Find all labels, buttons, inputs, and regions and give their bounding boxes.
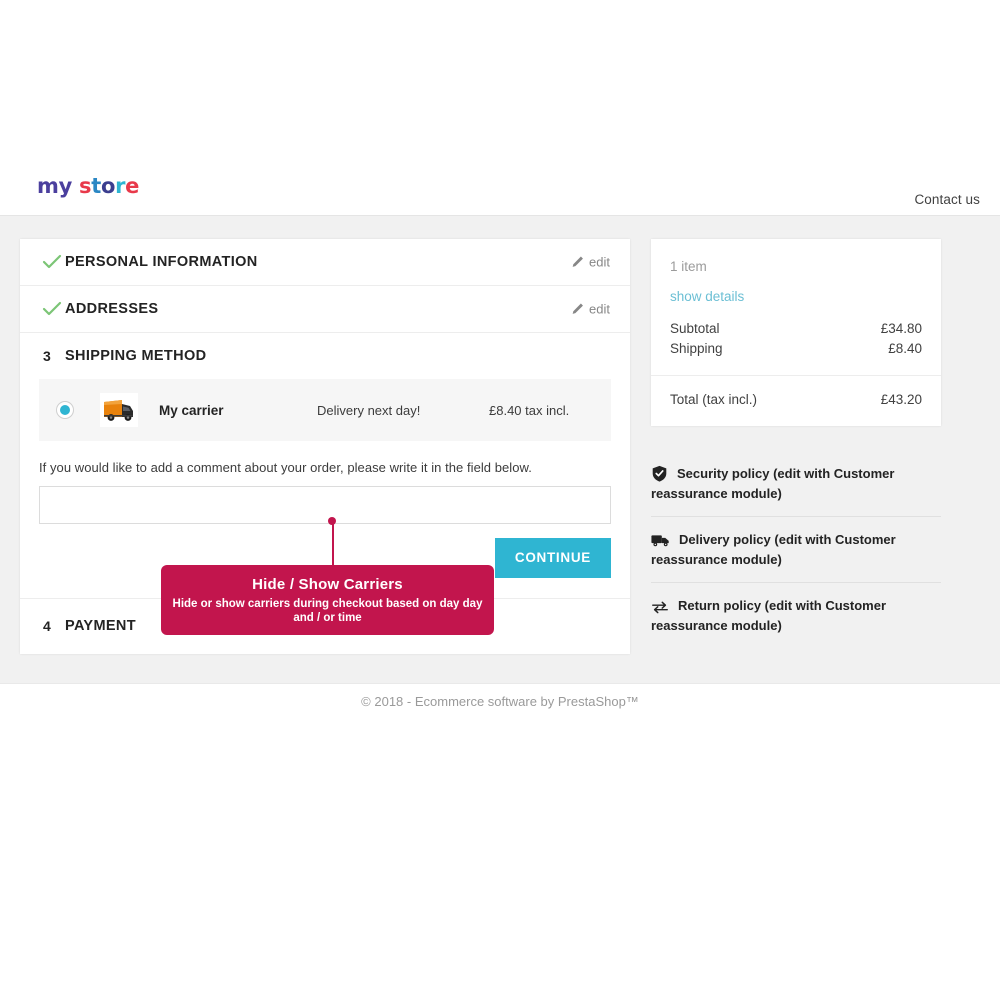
logo-letter-y: y xyxy=(58,174,73,198)
step-header-addresses[interactable]: ADDRESSES edit xyxy=(20,286,630,332)
step-title: PERSONAL INFORMATION xyxy=(65,254,258,270)
step-title: SHIPPING METHOD xyxy=(65,348,207,364)
logo-letter-m: m xyxy=(37,174,59,198)
carrier-name: My carrier xyxy=(159,402,224,418)
cart-total-value: £43.20 xyxy=(880,392,922,407)
cart-line-shipping: Shipping £8.40 xyxy=(670,339,922,359)
step-number: 3 xyxy=(43,348,51,364)
logo-letter-r: r xyxy=(115,174,126,198)
checkout-step-addresses: ADDRESSES edit xyxy=(20,286,630,333)
logo-letter-s: s xyxy=(79,174,92,198)
checkout-step-shipping-method: 3 SHIPPING METHOD My carrier Delivery ne… xyxy=(20,333,630,599)
callout-pin-line xyxy=(332,521,334,568)
check-icon xyxy=(39,254,65,270)
site-header: my store Contact us xyxy=(0,143,1000,215)
reassurance-security-policy[interactable]: Security policy (edit with Customer reas… xyxy=(651,451,941,517)
show-details-link[interactable]: show details xyxy=(670,289,744,304)
sidebar-column: 1 item show details Subtotal £34.80 Ship… xyxy=(651,239,941,648)
cart-summary-top: 1 item show details Subtotal £34.80 Ship… xyxy=(651,239,941,375)
pencil-icon xyxy=(571,256,584,269)
promo-callout: Hide / Show Carriers Hide or show carrie… xyxy=(161,565,494,635)
cart-summary: 1 item show details Subtotal £34.80 Ship… xyxy=(651,239,941,426)
logo-space xyxy=(72,174,79,198)
carrier-radio[interactable] xyxy=(56,401,74,419)
cart-items-count: 1 item xyxy=(670,259,707,274)
carrier-delay: Delivery next day! xyxy=(317,402,421,418)
callout-pin-dot xyxy=(328,517,336,525)
step-header-personal-information[interactable]: PERSONAL INFORMATION edit xyxy=(20,239,630,285)
pencil-icon xyxy=(571,303,584,316)
store-logo[interactable]: my store xyxy=(37,176,139,197)
logo-letter-e: e xyxy=(125,174,140,198)
logo-letter-t: t xyxy=(91,174,101,198)
step-number: 4 xyxy=(43,618,51,634)
step-title: PAYMENT xyxy=(65,618,136,634)
site-footer: © 2018 - Ecommerce software by PrestaSho… xyxy=(0,683,1000,719)
reassurance-text: Return policy (edit with Customer reassu… xyxy=(651,598,887,633)
step-title: ADDRESSES xyxy=(65,301,159,317)
cart-total-label: Total (tax incl.) xyxy=(670,392,758,407)
footer-copyright: © 2018 - Ecommerce software by PrestaSho… xyxy=(361,694,639,709)
carrier-price: £8.40 tax incl. xyxy=(489,402,570,418)
checkout-step-personal-information: PERSONAL INFORMATION edit xyxy=(20,239,630,286)
content-area: PERSONAL INFORMATION edit ADDRESSES edit… xyxy=(0,215,1000,685)
return-arrows-icon xyxy=(651,600,669,614)
cart-line-label: Shipping xyxy=(670,341,723,356)
carrier-radio-selected xyxy=(60,405,70,415)
step-header-shipping-method[interactable]: 3 SHIPPING METHOD xyxy=(20,333,630,379)
contact-us-link[interactable]: Contact us xyxy=(914,192,980,207)
reassurance-text: Security policy (edit with Customer reas… xyxy=(651,466,895,501)
edit-label: edit xyxy=(589,301,610,317)
continue-button[interactable]: CONTINUE xyxy=(494,538,611,578)
edit-addresses-link[interactable]: edit xyxy=(571,302,610,317)
reassurance-return-policy[interactable]: Return policy (edit with Customer reassu… xyxy=(651,583,941,648)
order-comment-textarea[interactable] xyxy=(39,486,611,524)
delivery-truck-icon xyxy=(651,533,670,548)
cart-line-value: £34.80 xyxy=(880,321,922,336)
reassurance-text: Delivery policy (edit with Customer reas… xyxy=(651,532,896,567)
reassurance-block-list: Security policy (edit with Customer reas… xyxy=(651,451,941,648)
callout-title: Hide / Show Carriers xyxy=(252,575,403,593)
shield-check-icon xyxy=(651,465,668,482)
edit-personal-information-link[interactable]: edit xyxy=(571,255,610,270)
edit-label: edit xyxy=(589,254,610,270)
order-comment-label: If you would like to add a comment about… xyxy=(39,460,532,475)
cart-line-value: £8.40 xyxy=(888,341,922,356)
carrier-option-row[interactable]: My carrier Delivery next day! £8.40 tax … xyxy=(39,379,611,441)
delivery-truck-icon xyxy=(100,393,138,427)
cart-line-subtotal: Subtotal £34.80 xyxy=(670,319,922,339)
cart-total-row: Total (tax incl.) £43.20 xyxy=(651,375,941,426)
logo-letter-o: o xyxy=(100,174,116,198)
cart-line-label: Subtotal xyxy=(670,321,720,336)
reassurance-delivery-policy[interactable]: Delivery policy (edit with Customer reas… xyxy=(651,517,941,583)
check-icon xyxy=(39,301,65,317)
store-page: my store Contact us PERSONAL INFORMATION… xyxy=(0,143,1000,719)
callout-subtitle: Hide or show carriers during checkout ba… xyxy=(172,597,483,624)
